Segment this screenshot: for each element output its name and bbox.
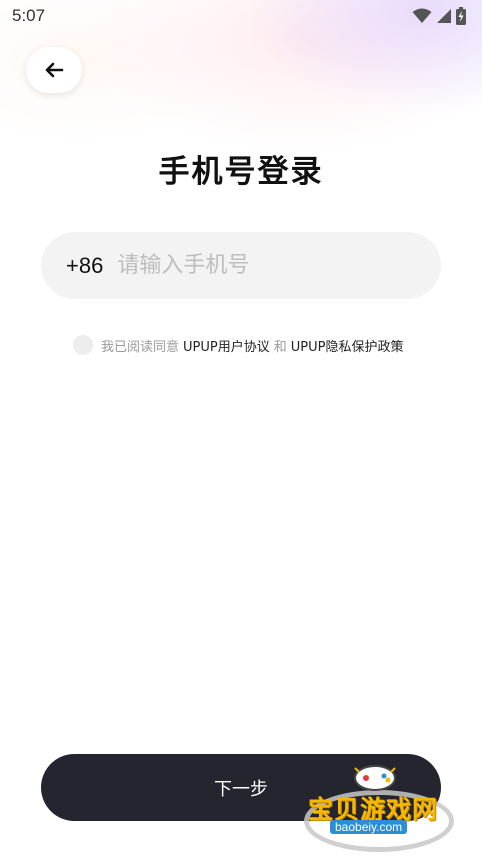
- next-button[interactable]: 下一步: [41, 754, 441, 821]
- status-time: 5:07: [12, 6, 46, 25]
- country-code[interactable]: +86: [66, 253, 103, 279]
- wifi-icon: [412, 8, 432, 23]
- agreement-and: 和: [273, 339, 287, 355]
- privacy-policy-link[interactable]: UPUP隐私保护政策: [291, 336, 404, 355]
- phone-field[interactable]: +86: [41, 232, 441, 299]
- back-button[interactable]: [26, 47, 82, 93]
- status-bar: 5:07: [0, 0, 482, 32]
- background-gradient: [0, 0, 482, 260]
- arrow-left-icon: [45, 62, 64, 78]
- battery-charging-icon: [456, 7, 466, 25]
- agreement-prefix: 我已阅读同意: [101, 339, 180, 355]
- user-agreement-link[interactable]: UPUP用户协议: [183, 336, 270, 355]
- status-icons: [412, 7, 466, 25]
- watermark-url: baobeiy.com: [330, 820, 408, 834]
- phone-input[interactable]: [117, 253, 398, 278]
- agreement-checkbox[interactable]: [73, 335, 93, 355]
- page-title: 手机号登录: [158, 154, 324, 190]
- signal-icon: [437, 9, 451, 23]
- agreement-row: 我已阅读同意 UPUP用户协议 和 UPUP隐私保护政策: [73, 334, 403, 356]
